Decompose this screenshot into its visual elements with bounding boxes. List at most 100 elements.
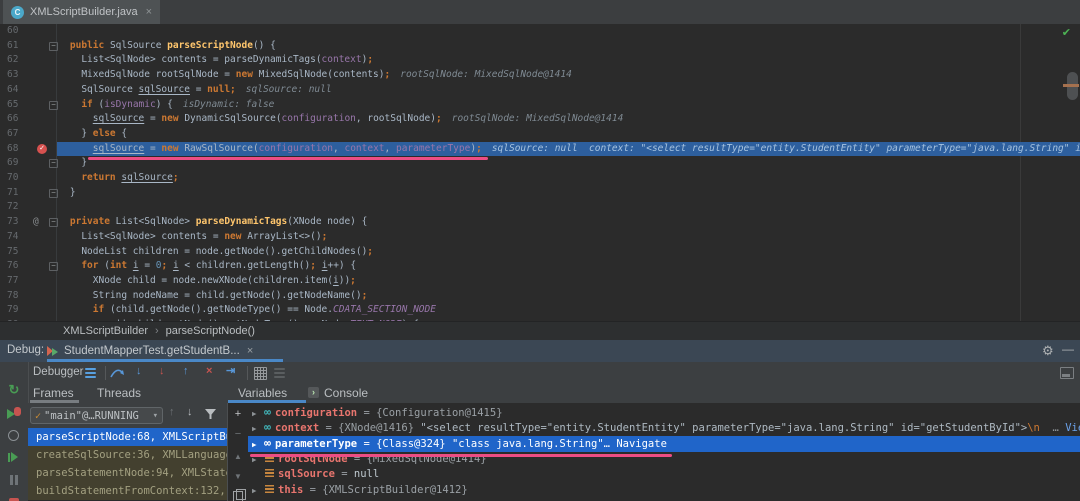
expand-arrow-icon[interactable]: ▶ [252, 421, 262, 436]
code-line-77[interactable]: 77 XNode child = node.newXNode(children.… [0, 274, 1080, 289]
run-to-cursor-icon[interactable]: ⇥ [226, 364, 235, 378]
tab-frames[interactable]: Frames [33, 386, 74, 400]
field-icon [265, 469, 274, 478]
resume-program-icon[interactable] [8, 452, 18, 462]
close-icon[interactable]: × [247, 345, 253, 357]
drop-frame-icon[interactable]: × [206, 364, 212, 378]
variable-row-context[interactable]: ▶ ∞ context = {XNode@1416} "<select result… [248, 420, 1080, 436]
step-out-icon[interactable]: ↑ [183, 364, 189, 378]
expand-arrow-icon[interactable]: ▶ [252, 406, 262, 421]
annotation-underline-variable [250, 453, 672, 457]
expand-arrow-icon[interactable]: ▶ [252, 483, 262, 499]
code-line-76[interactable]: 76− for (int i = 0; i < children.getLeng… [0, 259, 1080, 274]
line-number: 64 [7, 83, 19, 95]
code-line-60[interactable]: 60 [0, 24, 1080, 39]
evaluate-expression-icon[interactable] [254, 367, 267, 380]
code-text: for (int i = 0; i < children.getLength()… [81, 260, 357, 272]
tab-variables[interactable]: Variables [238, 386, 287, 400]
editor-tab[interactable]: C XMLScriptBuilder.java × [3, 0, 161, 24]
line-number: 65 [7, 98, 19, 110]
gear-icon[interactable]: ⚙ [1042, 343, 1054, 359]
code-line-74[interactable]: 74 List<SqlNode> contents = new ArrayLis… [0, 230, 1080, 245]
layout-settings-icon[interactable] [85, 368, 96, 378]
line-number: 73 [7, 216, 19, 228]
variable-row-this[interactable]: ▶ this = {XMLScriptBuilder@1412} [248, 483, 1080, 499]
code-line-79[interactable]: 79 if (child.getNode().getNodeType() == … [0, 303, 1080, 318]
code-line-65[interactable]: 65− if (isDynamic) {isDynamic: false [0, 98, 1080, 113]
code-line-75[interactable]: 75 NodeList children = node.getNode().ge… [0, 245, 1080, 260]
code-text: sqlSource = new RawSqlSource(configurati… [92, 142, 1080, 154]
code-text: if (child.getNode().getNodeType() == Nod… [92, 304, 436, 316]
code-editor[interactable]: 60 61− public SqlSource parseScriptNode()… [0, 24, 1080, 321]
minimize-icon[interactable]: — [1062, 342, 1074, 356]
code-text: List<SqlNode> contents = parseDynamicTag… [47, 54, 374, 66]
add-watch-icon[interactable]: + [228, 408, 248, 420]
code-line-67[interactable]: 67 } else { [0, 127, 1080, 142]
move-down-icon[interactable]: ▼ [228, 472, 248, 481]
tab-debugger[interactable]: Debugger [33, 366, 84, 378]
line-number: 63 [7, 69, 19, 81]
stack-frame-row[interactable]: parseScriptNode:68, XMLScriptBui [28, 428, 227, 446]
code-text: } [47, 157, 88, 169]
breadcrumb-separator-icon: › [154, 325, 159, 337]
debug-run-icon [47, 345, 59, 357]
pause-program-icon[interactable] [10, 475, 18, 485]
duplicate-watch-icon[interactable] [233, 489, 246, 501]
step-over-icon[interactable] [110, 368, 125, 379]
expand-arrow-icon[interactable]: ▶ [252, 437, 262, 452]
code-line-73[interactable]: 73 @ − private List<SqlNode> parseDynamicT… [0, 215, 1080, 230]
code-line-66[interactable]: 66 sqlSource = new DynamicSqlSource(conf… [0, 112, 1080, 127]
editor-tab-bar: C XMLScriptBuilder.java × [0, 0, 1080, 24]
stack-frame-row[interactable]: buildStatementFromContext:132, X [28, 482, 227, 500]
move-up-icon[interactable]: ▲ [228, 452, 248, 461]
view-breakpoints-icon[interactable] [8, 430, 19, 441]
remove-watch-icon[interactable]: − [228, 428, 248, 440]
editor-tab-title: XMLScriptBuilder.java [30, 6, 138, 18]
code-text: } [47, 186, 76, 198]
code-text: sqlSource = new DynamicSqlSource(configu… [92, 113, 624, 125]
code-line-64[interactable]: 64 SqlSource sqlSource = null; sqlSource:… [0, 83, 1080, 98]
code-line-61[interactable]: 61− public SqlSource parseScriptNode() { [0, 39, 1080, 54]
debug-session-tab-title: StudentMapperTest.getStudentB... [64, 345, 240, 357]
parameter-icon: ∞ [264, 435, 271, 450]
variable-row-parameterType[interactable]: ▶ ∞ parameterType = {Class@324} "class jav… [248, 435, 1080, 452]
variables-panel: ▶ ∞ configuration = {Configuration@1415} ▶ ∞… [248, 403, 1080, 501]
tab-close-icon[interactable]: × [146, 6, 152, 18]
watches-toolbar: + − ▲ ▼ [228, 403, 248, 501]
scrollbar-warning-stripe [1063, 84, 1079, 87]
next-frame-icon[interactable]: ↓ [187, 406, 193, 418]
stack-frame-row[interactable]: createSqlSource:36, XMLLanguageD [28, 446, 227, 464]
code-text: } else { [47, 127, 128, 139]
code-line-78[interactable]: 78 String nodeName = child.getNode().get… [0, 289, 1080, 304]
breadcrumb-method[interactable]: parseScriptNode() [166, 325, 255, 337]
rerun-icon[interactable]: ↻ [0, 382, 28, 398]
debug-left-toolbar: ↻ [0, 362, 29, 501]
stack-frame-row[interactable]: parseStatementNode:94, XMLStatem [28, 464, 227, 482]
variable-row-configuration[interactable]: ▶ ∞ configuration = {Configuration@1415} [248, 405, 1080, 421]
code-line-71[interactable]: 71− } [0, 186, 1080, 201]
code-line-72[interactable]: 72 [0, 200, 1080, 215]
code-line-63[interactable]: 63 MixedSqlNode rootSqlNode = new MixedS… [0, 68, 1080, 83]
variable-row-sqlSource[interactable]: sqlSource = null [248, 467, 1080, 483]
gutter-annotation-icon[interactable]: @ [33, 215, 39, 230]
breakpoint-icon[interactable]: ✓ [37, 143, 47, 154]
code-line-62[interactable]: 62 List<SqlNode> contents = parseDynamic… [0, 53, 1080, 68]
code-line-68[interactable]: 68 ✓ sqlSource = new RawSqlSource(configu… [0, 141, 1080, 157]
breadcrumb: XMLScriptBuilder › parseScriptNode() [0, 321, 1080, 340]
breadcrumb-class[interactable]: XMLScriptBuilder [63, 325, 148, 337]
thread-dropdown[interactable]: ✓ "main"@…RUNNING ▾ [30, 407, 163, 424]
step-into-icon[interactable]: ↓ [136, 364, 142, 378]
filter-funnel-icon[interactable] [205, 409, 216, 420]
force-step-into-icon[interactable]: ↓ [159, 364, 165, 378]
expand-spacer [252, 467, 262, 483]
inspections-ok-icon[interactable]: ✔ [1062, 26, 1071, 39]
restore-layout-icon[interactable] [1060, 367, 1074, 379]
code-line-70[interactable]: 70 return sqlSource; [0, 171, 1080, 186]
line-number: 62 [7, 54, 19, 66]
tab-threads[interactable]: Threads [97, 386, 141, 400]
tab-console[interactable]: Console [324, 386, 368, 400]
line-number: 76 [7, 260, 19, 272]
prev-frame-icon[interactable]: ↑ [169, 406, 175, 418]
debug-label: Debug: [7, 344, 45, 356]
settings-sliders-icon[interactable] [274, 368, 285, 378]
